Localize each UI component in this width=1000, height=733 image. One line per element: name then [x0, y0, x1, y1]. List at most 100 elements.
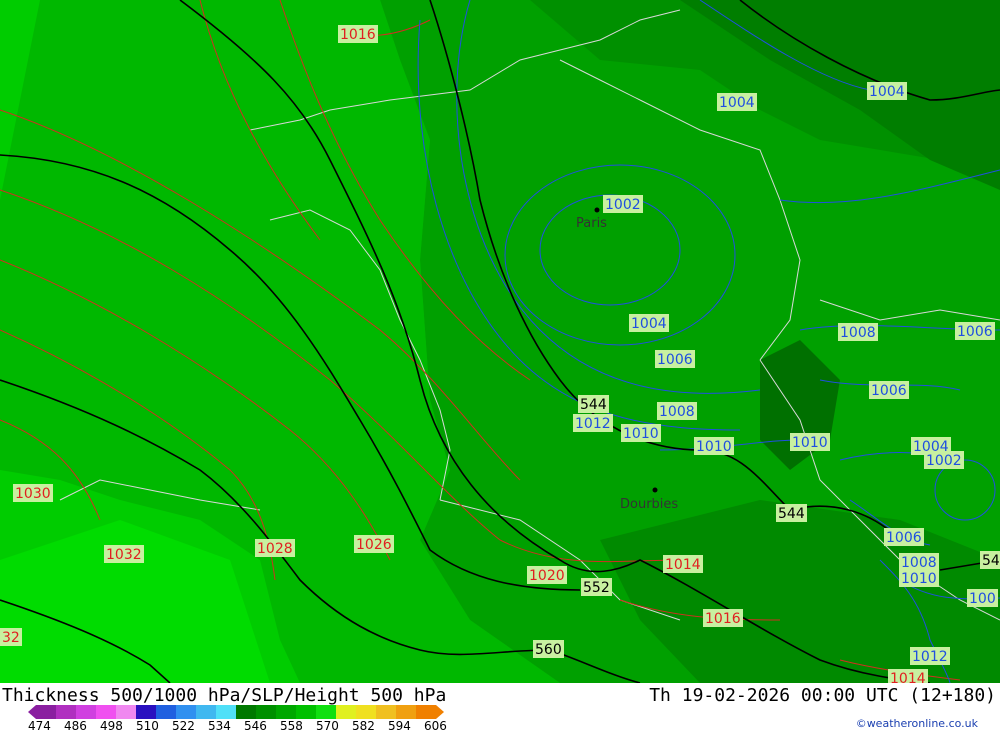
scale-tick-label: 606 — [424, 719, 447, 733]
isobar-label: 1010 — [694, 437, 734, 455]
isobar-label-text: 32 — [2, 630, 20, 646]
isobar-label: 1020 — [527, 566, 567, 584]
isobar-label-text: 1008 — [659, 404, 695, 420]
height-label: 552 — [581, 578, 612, 596]
city-marker — [594, 207, 600, 213]
map-footer: Thickness 500/1000 hPa/SLP/Height 500 hP… — [0, 683, 1000, 733]
scale-tick-label: 522 — [172, 719, 195, 733]
scale-swatch — [76, 705, 96, 719]
height-label: 544 — [776, 504, 807, 522]
isobar-label-text: 1002 — [926, 453, 962, 469]
isobar-label-text: 1006 — [886, 530, 922, 546]
isobar-label-text: 1004 — [719, 95, 755, 111]
isobar-label: 32 — [0, 628, 22, 646]
scale-swatch — [256, 705, 276, 719]
scale-swatch — [56, 705, 76, 719]
scale-tick-label: 474 — [28, 719, 51, 733]
isobar-label: 100 — [967, 589, 998, 607]
isobar-label-text: 1016 — [705, 611, 741, 627]
scale-swatch — [176, 705, 196, 719]
isobar-label-text: 1010 — [901, 571, 937, 587]
scale-tick-label: 498 — [100, 719, 123, 733]
isobar-label-text: 1010 — [623, 426, 659, 442]
isobar-label-text: 1014 — [665, 557, 701, 573]
scale-swatch — [116, 705, 136, 719]
city-label-dourbies: Dourbies — [620, 497, 678, 512]
scale-swatch — [236, 705, 256, 719]
isobar-label: 1006 — [869, 381, 909, 399]
isobar-label: 1012 — [573, 414, 613, 432]
isobar-label: 1028 — [255, 539, 295, 557]
map-datetime: Th 19-02-2026 00:00 UTC (12+180) — [649, 685, 996, 706]
isobar-label-text: 1030 — [15, 486, 51, 502]
isobar-label-text: 1010 — [792, 435, 828, 451]
scale-swatch — [216, 705, 236, 719]
isobar-label: 1010 — [621, 424, 661, 442]
isobar-label: 1002 — [924, 451, 964, 469]
scale-swatch — [136, 705, 156, 719]
isobar-label-text: 100 — [969, 591, 996, 607]
height-label-text: 552 — [583, 580, 610, 596]
isobar-label-text: 1008 — [901, 555, 937, 571]
scale-tick-label: 546 — [244, 719, 267, 733]
isobar-label: 1032 — [104, 545, 144, 563]
isobar-label-text: 1020 — [529, 568, 565, 584]
isobar-label-text: 1002 — [605, 197, 641, 213]
isobar-label-text: 1012 — [575, 416, 611, 432]
isobar-label-text: 1008 — [840, 325, 876, 341]
weather-map: Paris Dourbies 1016 1004 1004 1002 1004 1006 1… — [0, 0, 1000, 683]
isobar-label: 1006 — [955, 322, 995, 340]
isobar-label: 1012 — [910, 647, 950, 665]
scale-swatch — [376, 705, 396, 719]
scale-tick-label: 534 — [208, 719, 231, 733]
isobar-label-text: 1012 — [912, 649, 948, 665]
city-label-paris: Paris — [576, 216, 607, 231]
isobar-label-text: 1028 — [257, 541, 293, 557]
isobar-label: 1014 — [663, 555, 703, 573]
scale-tick-label: 510 — [136, 719, 159, 733]
scale-tick-label: 558 — [280, 719, 303, 733]
isobar-label: 1006 — [655, 350, 695, 368]
isobar-label: 1030 — [13, 484, 53, 502]
city-marker — [652, 487, 658, 493]
isobar-label: 1026 — [354, 535, 394, 553]
isobar-label: 1004 — [629, 314, 669, 332]
height-label-text: 544 — [778, 506, 805, 522]
scale-arrow-right — [436, 705, 444, 719]
isobar-label-text: 1014 — [890, 671, 926, 683]
scale-tick-label: 582 — [352, 719, 375, 733]
height-label-text: 560 — [535, 642, 562, 658]
scale-swatch — [96, 705, 116, 719]
isobar-label-text: 1032 — [106, 547, 142, 563]
height-label-text: 54 — [982, 553, 1000, 569]
isobar-label: 1016 — [338, 25, 378, 43]
isobar-label-text: 1006 — [957, 324, 993, 340]
height-label: 54 — [980, 551, 1000, 569]
isobar-label: 1008 — [838, 323, 878, 341]
scale-swatch — [336, 705, 356, 719]
scale-tick-label: 570 — [316, 719, 339, 733]
isobar-label: 1014 — [888, 669, 928, 683]
height-label-text: 544 — [580, 397, 607, 413]
isobar-label: 1006 — [884, 528, 924, 546]
isobar-label: 1016 — [703, 609, 743, 627]
credit: ©weatheronline.co.uk — [855, 717, 978, 730]
scale-swatch — [196, 705, 216, 719]
map-title: Thickness 500/1000 hPa/SLP/Height 500 hP… — [2, 685, 447, 706]
scale-arrow-left — [28, 705, 36, 719]
isobar-label: 1008 — [899, 553, 939, 571]
isobar-label-text: 1016 — [340, 27, 376, 43]
isobar-label-text: 1004 — [631, 316, 667, 332]
isobar-label-text: 1006 — [871, 383, 907, 399]
isobar-label-text: 1006 — [657, 352, 693, 368]
isobar-label: 1004 — [717, 93, 757, 111]
isobar-label: 1008 — [657, 402, 697, 420]
scale-swatch — [36, 705, 56, 719]
isobar-label: 1010 — [790, 433, 830, 451]
scale-swatch — [296, 705, 316, 719]
scale-swatch — [356, 705, 376, 719]
scale-tick-label: 486 — [64, 719, 87, 733]
scale-swatch — [416, 705, 436, 719]
scale-swatch — [156, 705, 176, 719]
isobar-label: 1010 — [899, 569, 939, 587]
